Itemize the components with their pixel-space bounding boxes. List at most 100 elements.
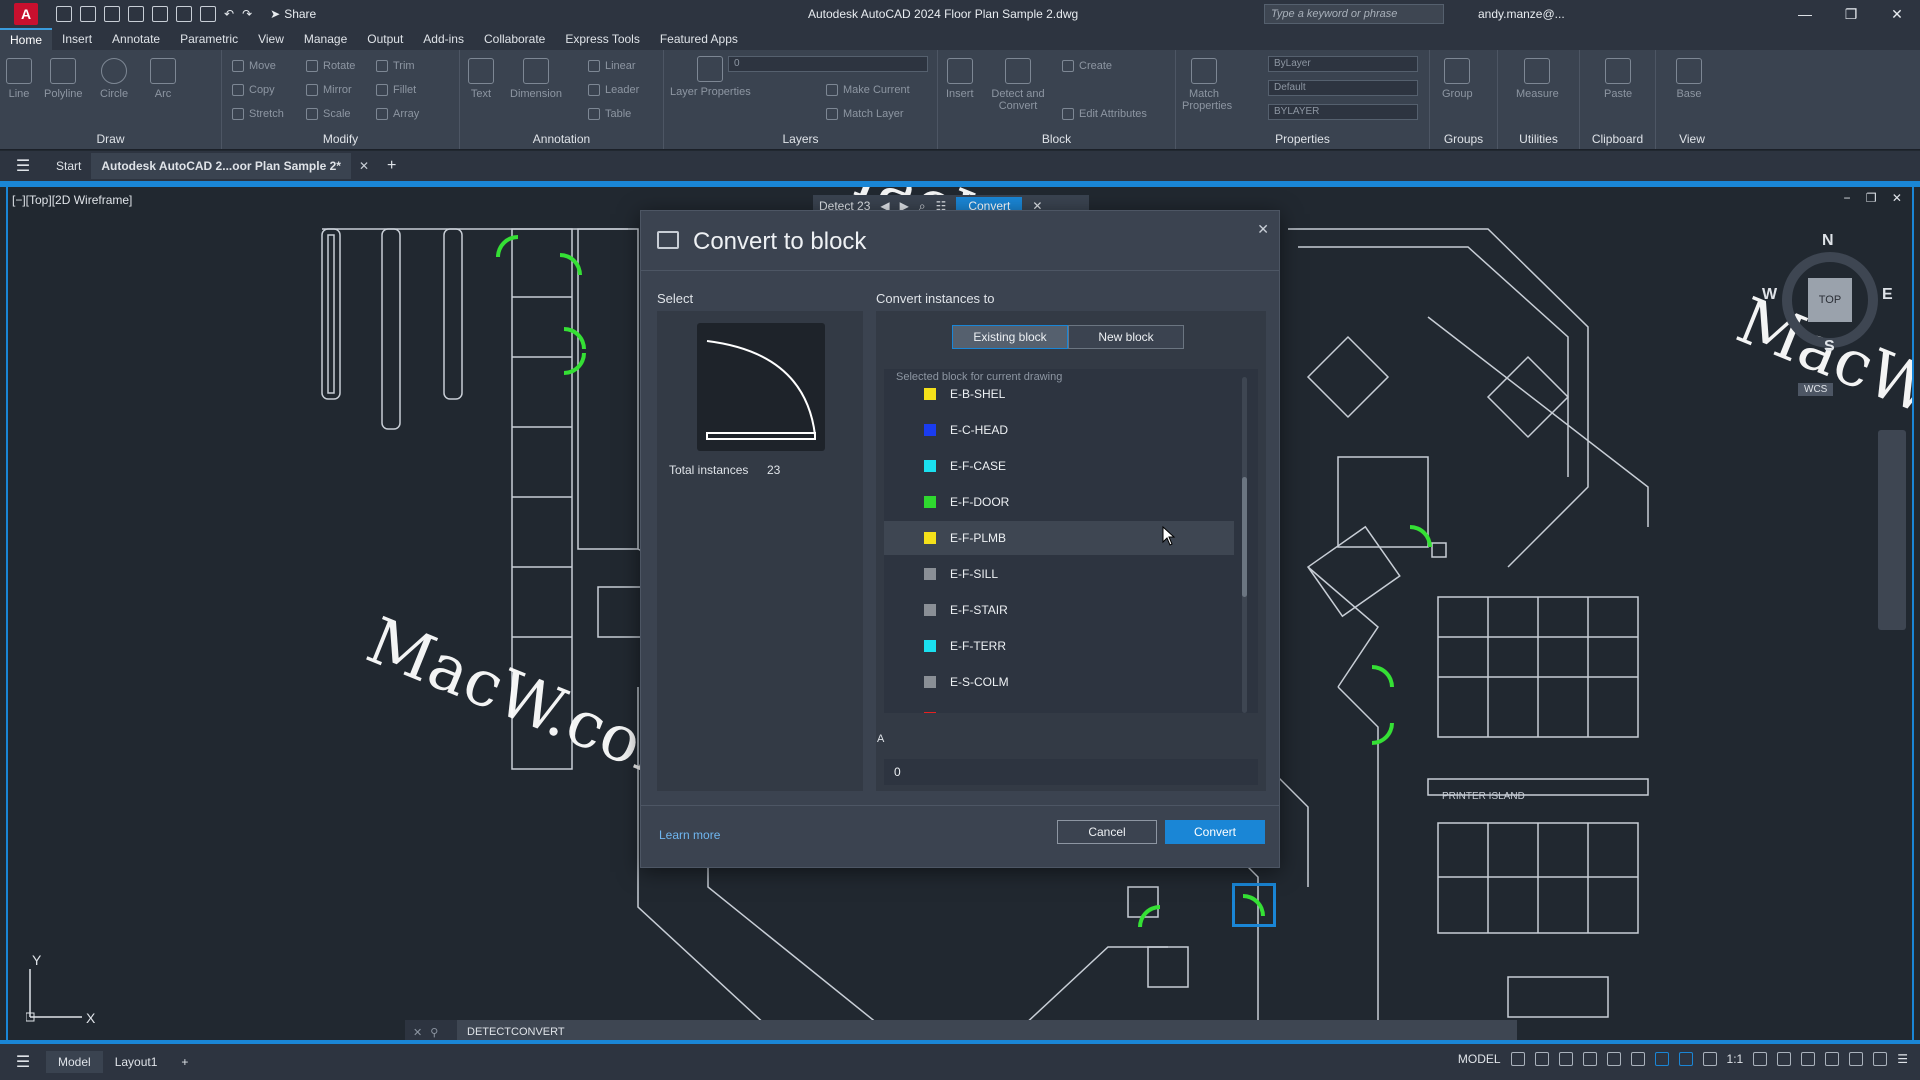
tab-express-tools[interactable]: Express Tools bbox=[555, 29, 649, 49]
detect-convert-tool[interactable]: Detect and Convert bbox=[986, 58, 1050, 112]
edit-attributes-tool[interactable]: Edit Attributes bbox=[1062, 108, 1147, 120]
group-tool[interactable]: Group bbox=[1442, 58, 1473, 100]
circle-tool[interactable]: Circle bbox=[100, 58, 128, 100]
autocad-logo-icon[interactable]: A bbox=[14, 3, 38, 25]
panel-title-block[interactable]: Block bbox=[938, 132, 1175, 146]
compass-south[interactable]: S bbox=[1824, 338, 1835, 356]
layer-row[interactable]: EMPLOYEE bbox=[884, 701, 1234, 713]
table-tool[interactable]: Table bbox=[588, 108, 631, 120]
save-as-icon[interactable] bbox=[128, 6, 144, 22]
panel-title-utilities[interactable]: Utilities bbox=[1498, 132, 1579, 146]
transparency-icon[interactable] bbox=[1678, 1052, 1693, 1066]
wcs-menu[interactable]: WCS bbox=[1798, 383, 1834, 396]
isolate-objects-icon[interactable] bbox=[1849, 1052, 1864, 1066]
linear-tool[interactable]: Linear bbox=[588, 60, 636, 72]
layer-row[interactable]: E-F-DOOR bbox=[884, 485, 1234, 519]
tab-model[interactable]: Model bbox=[46, 1051, 103, 1073]
trim-tool[interactable]: Trim bbox=[376, 60, 415, 72]
otrack-icon[interactable] bbox=[1630, 1052, 1645, 1066]
mirror-tool[interactable]: Mirror bbox=[306, 84, 352, 96]
insert-tool[interactable]: Insert bbox=[946, 58, 974, 100]
compass-north[interactable]: N bbox=[1822, 232, 1834, 250]
compass-east[interactable]: E bbox=[1882, 286, 1893, 304]
dimension-tool[interactable]: Dimension bbox=[510, 58, 562, 100]
door-block[interactable] bbox=[1243, 894, 1265, 916]
menu-icon[interactable]: ☰ bbox=[0, 156, 46, 176]
measure-tool[interactable]: Measure bbox=[1516, 58, 1559, 100]
move-tool[interactable]: Move bbox=[232, 60, 276, 72]
layer-row[interactable]: E-F-PLMB bbox=[884, 521, 1234, 555]
convert-button[interactable]: Convert bbox=[1165, 820, 1265, 844]
match-layer-tool[interactable]: Match Layer bbox=[826, 108, 904, 120]
customization-icon[interactable]: ☰ bbox=[1897, 1052, 1908, 1066]
list-scroll-thumb[interactable] bbox=[1242, 477, 1247, 597]
units-icon[interactable] bbox=[1801, 1052, 1816, 1066]
tab-manage[interactable]: Manage bbox=[294, 29, 357, 49]
stretch-tool[interactable]: Stretch bbox=[232, 108, 284, 120]
create-block-tool[interactable]: Create bbox=[1062, 60, 1112, 72]
osnap-icon[interactable] bbox=[1606, 1052, 1621, 1066]
base-tool[interactable]: Base bbox=[1676, 58, 1702, 100]
cancel-button[interactable]: Cancel bbox=[1057, 820, 1157, 844]
panel-title-layers[interactable]: Layers bbox=[664, 132, 937, 146]
leader-tool[interactable]: Leader bbox=[588, 84, 639, 96]
customize-command-icon[interactable]: ⚲ bbox=[430, 1026, 438, 1039]
block-name-input[interactable] bbox=[884, 759, 1258, 785]
scale-tool[interactable]: Scale bbox=[306, 108, 351, 120]
block-list[interactable]: Selected block for current drawing E-B-S… bbox=[884, 369, 1258, 713]
layer-row[interactable]: E-F-TERR bbox=[884, 629, 1234, 663]
redo-icon[interactable]: ↷ bbox=[242, 7, 252, 21]
linetype-dropdown[interactable]: Default bbox=[1268, 80, 1418, 96]
plot-icon[interactable] bbox=[200, 6, 216, 22]
open-from-web-icon[interactable] bbox=[152, 6, 168, 22]
layer-row[interactable]: E-S-COLM bbox=[884, 665, 1234, 699]
minimize-button[interactable]: — bbox=[1782, 0, 1828, 28]
tab-parametric[interactable]: Parametric bbox=[170, 29, 248, 49]
layer-row[interactable]: E-C-HEAD bbox=[884, 413, 1234, 447]
layer-row[interactable]: E-F-CASE bbox=[884, 449, 1234, 483]
tab-view[interactable]: View bbox=[248, 29, 294, 49]
tab-insert[interactable]: Insert bbox=[52, 29, 102, 49]
tab-home[interactable]: Home bbox=[0, 28, 53, 50]
panel-title-annotation[interactable]: Annotation bbox=[460, 132, 663, 146]
arc-tool[interactable]: Arc bbox=[150, 58, 176, 100]
close-tab-icon[interactable]: ✕ bbox=[351, 159, 377, 173]
close-command-icon[interactable]: ✕ bbox=[413, 1026, 422, 1039]
status-menu-icon[interactable]: ☰ bbox=[0, 1052, 46, 1072]
share-button[interactable]: ➤ Share bbox=[270, 7, 316, 21]
clean-screen-icon[interactable] bbox=[1873, 1052, 1888, 1066]
new-tab-icon[interactable]: + bbox=[377, 157, 406, 175]
tab-annotate[interactable]: Annotate bbox=[102, 29, 170, 49]
tab-output[interactable]: Output bbox=[357, 29, 413, 49]
viewcube-top-face[interactable]: TOP bbox=[1808, 278, 1852, 322]
new-file-icon[interactable] bbox=[56, 6, 72, 22]
color-dropdown[interactable]: ByLayer bbox=[1268, 56, 1418, 72]
navigation-bar[interactable] bbox=[1878, 430, 1906, 630]
model-space-toggle[interactable]: MODEL bbox=[1458, 1052, 1501, 1066]
line-tool[interactable]: Line bbox=[6, 58, 32, 100]
add-layout-button[interactable]: + bbox=[169, 1051, 200, 1073]
layer-dropdown[interactable]: 0 bbox=[728, 56, 928, 72]
search-input[interactable]: Type a keyword or phrase bbox=[1264, 4, 1444, 24]
paste-tool[interactable]: Paste bbox=[1604, 58, 1632, 100]
close-window-button[interactable]: ✕ bbox=[1874, 0, 1920, 28]
layer-row[interactable]: E-B-SHEL bbox=[884, 377, 1234, 411]
save-icon[interactable] bbox=[104, 6, 120, 22]
save-to-web-icon[interactable] bbox=[176, 6, 192, 22]
tab-start[interactable]: Start bbox=[46, 153, 91, 179]
block-preview[interactable] bbox=[697, 323, 825, 451]
match-properties-tool[interactable]: Match Properties bbox=[1182, 58, 1232, 112]
tab-add-ins[interactable]: Add-ins bbox=[413, 29, 474, 49]
learn-more-link[interactable]: Learn more bbox=[659, 828, 720, 842]
new-block-button[interactable]: New block bbox=[1068, 325, 1184, 349]
annotation-monitor-icon[interactable] bbox=[1777, 1052, 1792, 1066]
fillet-tool[interactable]: Fillet bbox=[376, 84, 416, 96]
list-scrollbar[interactable] bbox=[1242, 377, 1247, 713]
copy-tool[interactable]: Copy bbox=[232, 84, 275, 96]
tab-floor-plan[interactable]: Autodesk AutoCAD 2...oor Plan Sample 2* bbox=[91, 153, 351, 179]
tab-collaborate[interactable]: Collaborate bbox=[474, 29, 555, 49]
selected-door-highlight[interactable] bbox=[1232, 883, 1276, 927]
annotation-visibility-icon[interactable] bbox=[1702, 1052, 1717, 1066]
ortho-icon[interactable] bbox=[1558, 1052, 1573, 1066]
undo-icon[interactable]: ↶ bbox=[224, 7, 234, 21]
